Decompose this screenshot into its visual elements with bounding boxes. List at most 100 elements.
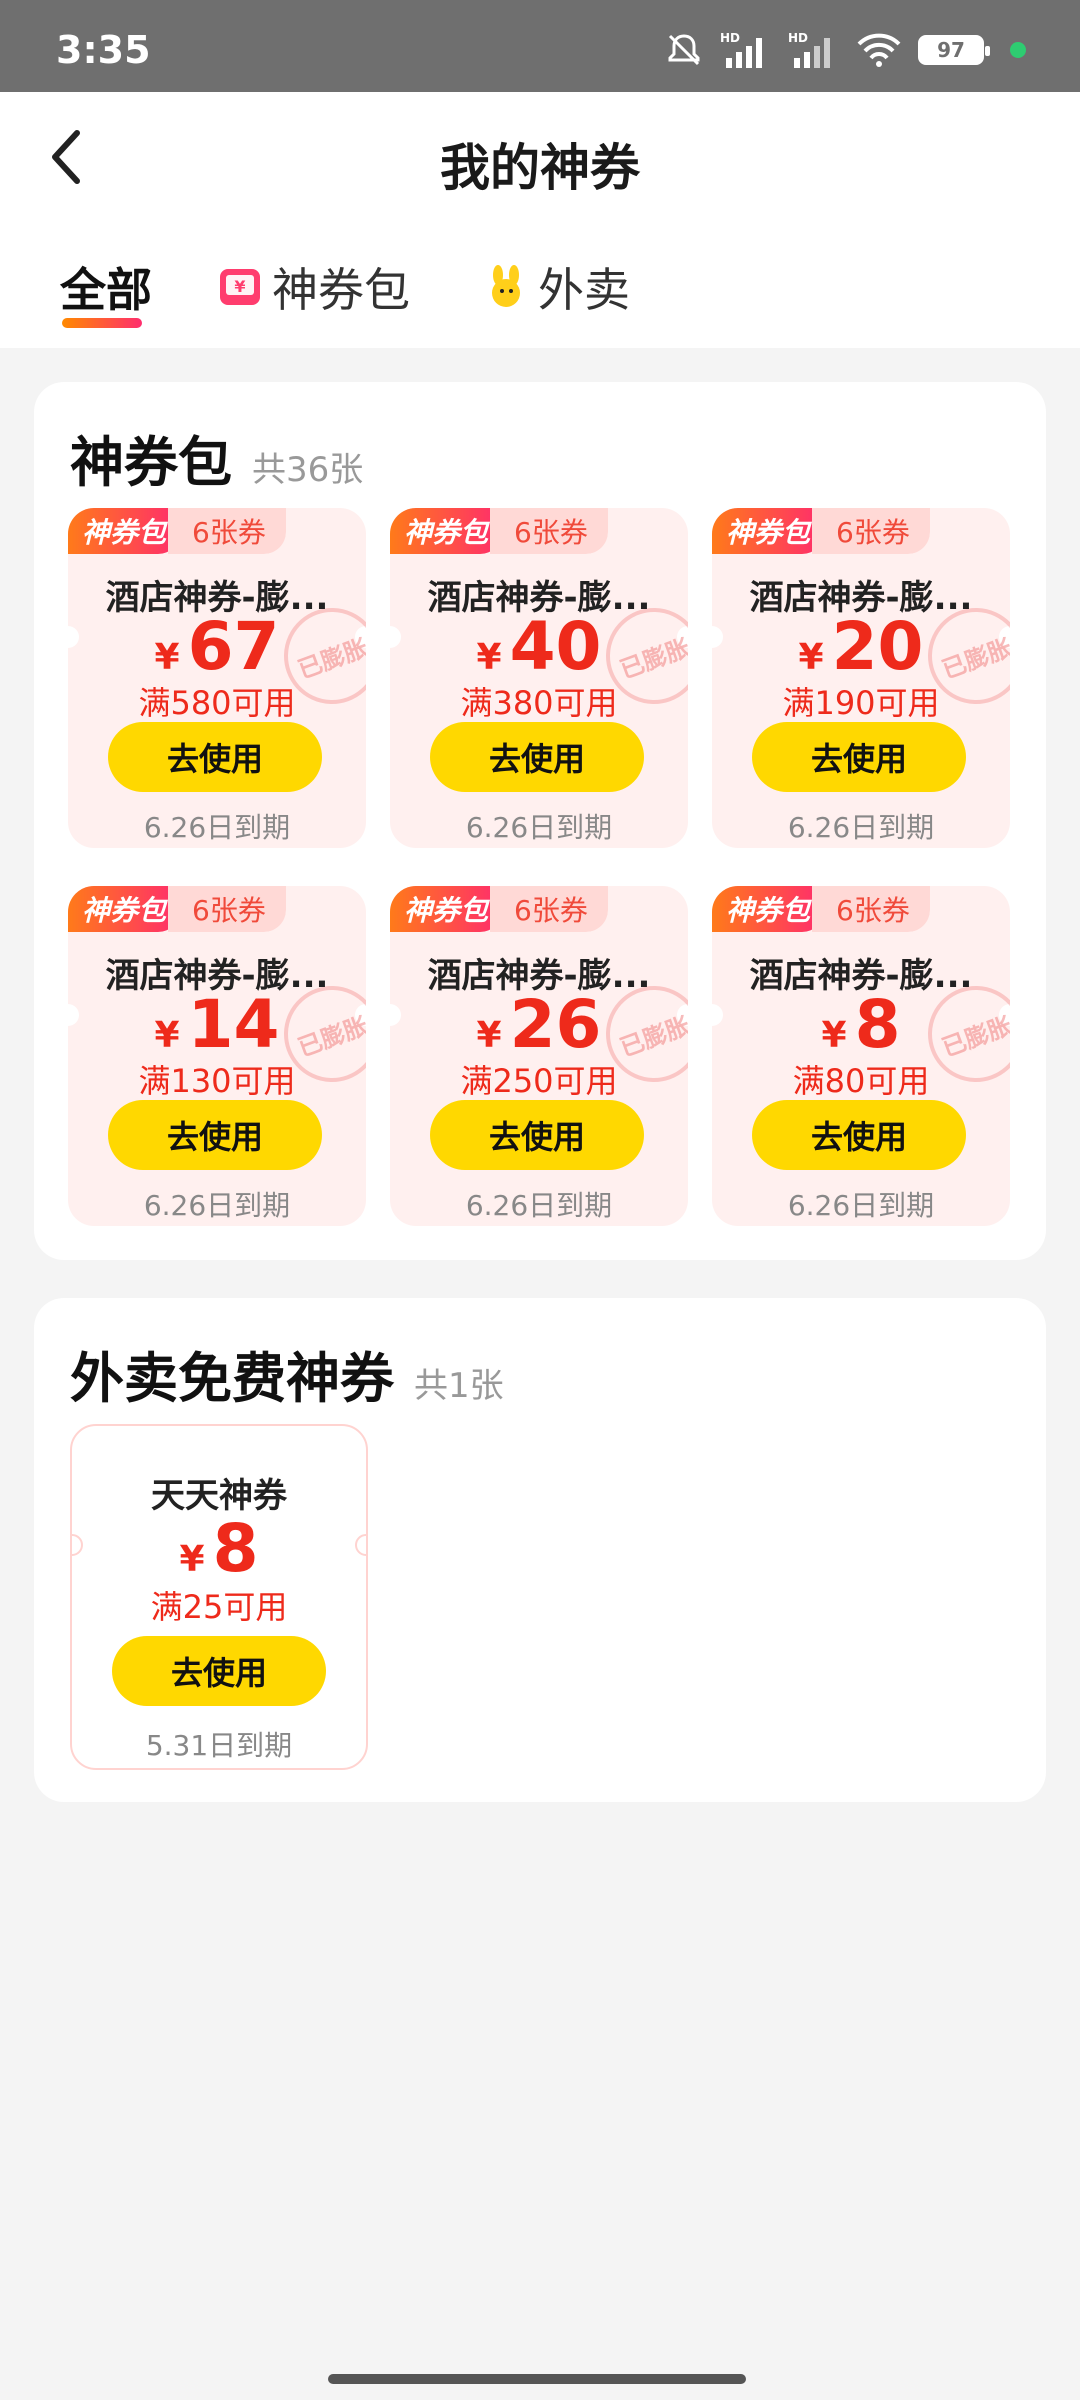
coupon-amount: ¥14 (68, 986, 366, 1063)
delivery-mascot-icon (492, 265, 520, 307)
use-coupon-button[interactable]: 去使用 (430, 722, 644, 792)
coupon-bag-section: 神券包 共36张 已膨胀 神券包 6张券 酒店神券-膨... ¥67 满580可用 去使用 6… (34, 382, 1046, 1260)
coupon-condition: 满80可用 (792, 1062, 930, 1100)
use-coupon-button[interactable]: 去使用 (430, 1100, 644, 1170)
battery-indicator: 97 (918, 35, 990, 65)
tab-bar: 全部 ¥ 神券包 外卖 (0, 222, 1080, 348)
svg-text:¥: ¥ (234, 277, 245, 296)
coupon-value: 8 (212, 1510, 259, 1587)
use-coupon-button[interactable]: 去使用 (108, 722, 322, 792)
battery-level: 97 (937, 38, 965, 62)
privacy-dot (1010, 42, 1026, 58)
section-name: 外卖免费神券 (70, 1347, 394, 1410)
coupon-tag-label: 神券包 (390, 508, 503, 554)
use-coupon-button[interactable]: 去使用 (108, 1100, 322, 1170)
coupon-amount: ¥20 (712, 608, 1010, 685)
coupon-currency: ¥ (154, 1015, 180, 1056)
coupon-tag-label: 神券包 (68, 508, 181, 554)
coupon-quantity: 6张券 (812, 886, 930, 932)
coupon-condition: 满190可用 (782, 684, 940, 722)
coupon-expiry: 6.26日到期 (465, 811, 613, 844)
coupon-condition: 满580可用 (138, 684, 296, 722)
coupon-card[interactable]: 已膨胀 神券包 6张券 酒店神券-膨... ¥67 满580可用 去使用 6.26日到期 (68, 508, 366, 848)
tab-delivery-label: 外卖 (538, 263, 630, 317)
tab-all[interactable]: 全部 (60, 254, 152, 320)
coupon-quantity: 6张券 (168, 886, 286, 932)
coupon-quantity: 6张券 (168, 508, 286, 554)
coupon-currency: ¥ (821, 1015, 847, 1056)
coupon-tag-label: 神券包 (712, 886, 825, 932)
coupon-card[interactable]: 天天神券 ¥8 满25可用 去使用 5.31日到期 (70, 1424, 368, 1770)
coupon-card[interactable]: 已膨胀 神券包 6张券 酒店神券-膨... ¥8 满80可用 去使用 6.26日到期 (712, 886, 1010, 1226)
tab-all-label: 全部 (60, 263, 152, 317)
coupon-tag: 神券包 6张券 (712, 886, 930, 932)
signal-2-icon: HD (788, 31, 830, 68)
coupon-amount: ¥40 (390, 608, 688, 685)
coupon-currency: ¥ (154, 637, 180, 678)
tab-coupon-bag[interactable]: ¥ 神券包 (218, 254, 410, 320)
coupon-tag: 神券包 6张券 (712, 508, 930, 554)
coupon-currency: ¥ (476, 637, 502, 678)
coupon-value: 40 (509, 608, 602, 685)
home-indicator[interactable] (328, 2374, 746, 2384)
page-title: 我的神券 (440, 139, 640, 197)
coupon-tag-label: 神券包 (712, 508, 825, 554)
coupon-value: 14 (187, 986, 280, 1063)
coupon-amount: ¥26 (390, 986, 688, 1063)
coupon-tag: 神券包 6张券 (68, 886, 286, 932)
coupon-tag: 神券包 6张券 (390, 508, 608, 554)
coupon-value: 20 (831, 608, 924, 685)
status-bar: 3:35 HD HD 97 (0, 0, 1080, 92)
coupon-tag-label: 神券包 (68, 886, 181, 932)
status-icons: HD HD 97 (664, 30, 1026, 70)
coupon-quantity: 6张券 (812, 508, 930, 554)
tab-delivery[interactable]: 外卖 (484, 254, 630, 320)
coupon-amount: ¥8 (72, 1510, 366, 1587)
coupon-amount: ¥67 (68, 608, 366, 685)
svg-text:HD: HD (720, 31, 740, 45)
coupon-currency: ¥ (179, 1539, 205, 1580)
coupon-value: 26 (509, 986, 602, 1063)
tab-active-underline (62, 318, 142, 328)
coupon-condition: 满130可用 (138, 1062, 296, 1100)
section-title: 神券包 共36张 (70, 418, 363, 497)
section-name: 神券包 (70, 431, 232, 494)
coupon-card[interactable]: 已膨胀 神券包 6张券 酒店神券-膨... ¥14 满130可用 去使用 6.26日到期 (68, 886, 366, 1226)
coupon-expiry: 6.26日到期 (143, 811, 291, 844)
header: 我的神券 (0, 92, 1080, 222)
coupon-condition: 满250可用 (460, 1062, 618, 1100)
coupon-tag: 神券包 6张券 (390, 886, 608, 932)
coupon-card[interactable]: 已膨胀 神券包 6张券 酒店神券-膨... ¥26 满250可用 去使用 6.26日到期 (390, 886, 688, 1226)
mute-bell-icon (668, 34, 700, 66)
use-coupon-button[interactable]: 去使用 (112, 1636, 326, 1706)
section-count: 共36张 (252, 450, 364, 490)
coupon-expiry: 6.26日到期 (465, 1189, 613, 1222)
coupon-value: 67 (187, 608, 280, 685)
svg-text:HD: HD (788, 31, 808, 45)
coupon-expiry: 6.26日到期 (787, 811, 935, 844)
coupon-amount: ¥8 (712, 986, 1010, 1063)
coupon-quantity: 6张券 (490, 886, 608, 932)
coupon-card[interactable]: 已膨胀 神券包 6张券 酒店神券-膨... ¥20 满190可用 去使用 6.26日到期 (712, 508, 1010, 848)
section-count: 共1张 (414, 1366, 504, 1406)
coupon-currency: ¥ (476, 1015, 502, 1056)
coupon-card[interactable]: 已膨胀 神券包 6张券 酒店神券-膨... ¥40 满380可用 去使用 6.26日到期 (390, 508, 688, 848)
use-coupon-button[interactable]: 去使用 (752, 722, 966, 792)
coupon-expiry: 6.26日到期 (787, 1189, 935, 1222)
coupon-condition: 满25可用 (150, 1588, 288, 1626)
tab-coupon-bag-label: 神券包 (272, 263, 410, 317)
coupon-tag-label: 神券包 (390, 886, 503, 932)
status-time: 3:35 (56, 28, 151, 72)
coupon-tag: 神券包 6张券 (68, 508, 286, 554)
coupon-expiry: 6.26日到期 (143, 1189, 291, 1222)
coupon-expiry: 5.31日到期 (145, 1729, 293, 1762)
signal-1-icon: HD (720, 31, 762, 68)
coupon-currency: ¥ (798, 637, 824, 678)
coupon-condition: 满380可用 (460, 684, 618, 722)
coupon-value: 8 (854, 986, 901, 1063)
use-coupon-button[interactable]: 去使用 (752, 1100, 966, 1170)
delivery-coupon-section: 外卖免费神券 共1张 天天神券 ¥8 满25可用 去使用 5.31日到期 (34, 1298, 1046, 1802)
section-title: 外卖免费神券 共1张 (70, 1334, 504, 1413)
wifi-icon (857, 33, 901, 67)
coupon-quantity: 6张券 (490, 508, 608, 554)
